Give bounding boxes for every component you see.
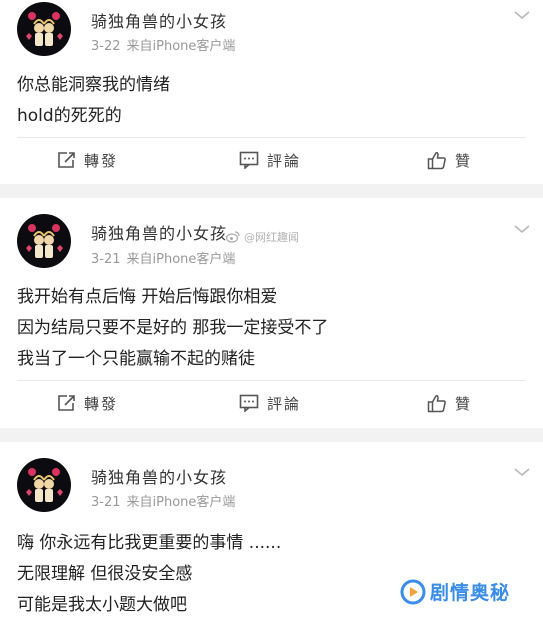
repost-button[interactable]: 轉發	[57, 138, 118, 182]
post-text: 你总能洞察我的情绪 hold的死死的	[17, 70, 170, 132]
post-text: 我开始有点后悔 开始后悔跟你相爱 因为结局只要不是好的 那我一定接受不了 我当了…	[17, 282, 328, 375]
repost-label: 轉發	[84, 394, 119, 413]
repost-button[interactable]: 轉發	[57, 381, 118, 425]
avatar[interactable]	[17, 214, 71, 268]
post-text: 嗨 你永远有比我更重要的事情 ...... 无限理解 但很没安全感 可能是我太小…	[17, 528, 281, 621]
watermark: @网红趣闻	[226, 229, 299, 245]
comment-icon	[239, 394, 259, 412]
repost-icon	[58, 152, 75, 168]
avatar[interactable]	[17, 458, 71, 512]
post-source: 来自iPhone客户端	[126, 252, 236, 267]
like-icon	[427, 151, 446, 169]
post-date: 3-21	[91, 252, 121, 267]
post-text-line: 无限理解 但很没安全感	[17, 564, 193, 584]
post-text-line: 可能是我太小题大做吧	[17, 595, 187, 615]
post-source: 来自iPhone客户端	[126, 39, 236, 54]
chevron-down-icon[interactable]	[513, 466, 531, 478]
comment-button[interactable]: 評論	[239, 138, 301, 182]
post-text-line: hold的死死的	[17, 106, 122, 126]
repost-icon	[58, 395, 75, 411]
post-text-line: 我开始有点后悔 开始后悔跟你相爱	[17, 287, 278, 307]
post-date: 3-21	[91, 495, 121, 510]
brand-text: 剧情奥秘	[430, 582, 511, 604]
like-label: 贊	[455, 151, 473, 170]
username[interactable]: 骑独角兽的小女孩	[91, 8, 227, 32]
comment-label: 評論	[267, 151, 302, 170]
chevron-down-icon[interactable]	[513, 223, 531, 235]
post-meta: 3-22 来自iPhone客户端	[91, 35, 235, 54]
post-text-line: 我当了一个只能赢输不起的赌徒	[17, 349, 255, 369]
avatar[interactable]	[17, 2, 71, 56]
post-source: 来自iPhone客户端	[126, 495, 236, 510]
like-button[interactable]: 贊	[427, 138, 472, 182]
like-label: 贊	[455, 394, 473, 413]
post-date: 3-22	[91, 39, 121, 54]
like-button[interactable]: 贊	[427, 381, 472, 425]
action-bar: 轉發 評論 贊	[0, 138, 543, 182]
action-bar: 轉發 評論 贊	[0, 381, 543, 425]
post-text-line: 嗨 你永远有比我更重要的事情 ......	[17, 533, 282, 553]
username[interactable]: 骑独角兽的小女孩	[91, 464, 227, 488]
play-icon	[400, 579, 426, 604]
post-meta: 3-21 来自iPhone客户端	[91, 248, 235, 267]
weibo-icon	[226, 231, 240, 243]
like-icon	[427, 394, 446, 412]
watermark-text: @网红趣闻	[244, 231, 299, 244]
chevron-down-icon[interactable]	[513, 9, 531, 21]
comment-button[interactable]: 評論	[239, 381, 301, 425]
username[interactable]: 骑独角兽的小女孩	[91, 220, 227, 244]
brand-logo: 剧情奥秘	[400, 578, 510, 605]
post-meta: 3-21 来自iPhone客户端	[91, 491, 235, 510]
repost-label: 轉發	[84, 151, 119, 170]
comment-icon	[239, 151, 259, 169]
post-text-line: 因为结局只要不是好的 那我一定接受不了	[17, 318, 329, 338]
post-text-line: 你总能洞察我的情绪	[17, 75, 170, 95]
comment-label: 評論	[267, 394, 302, 413]
post-card: 骑独角兽的小女孩 3-22 来自iPhone客户端 你总能洞察我的情绪 hold的…	[0, 0, 543, 184]
